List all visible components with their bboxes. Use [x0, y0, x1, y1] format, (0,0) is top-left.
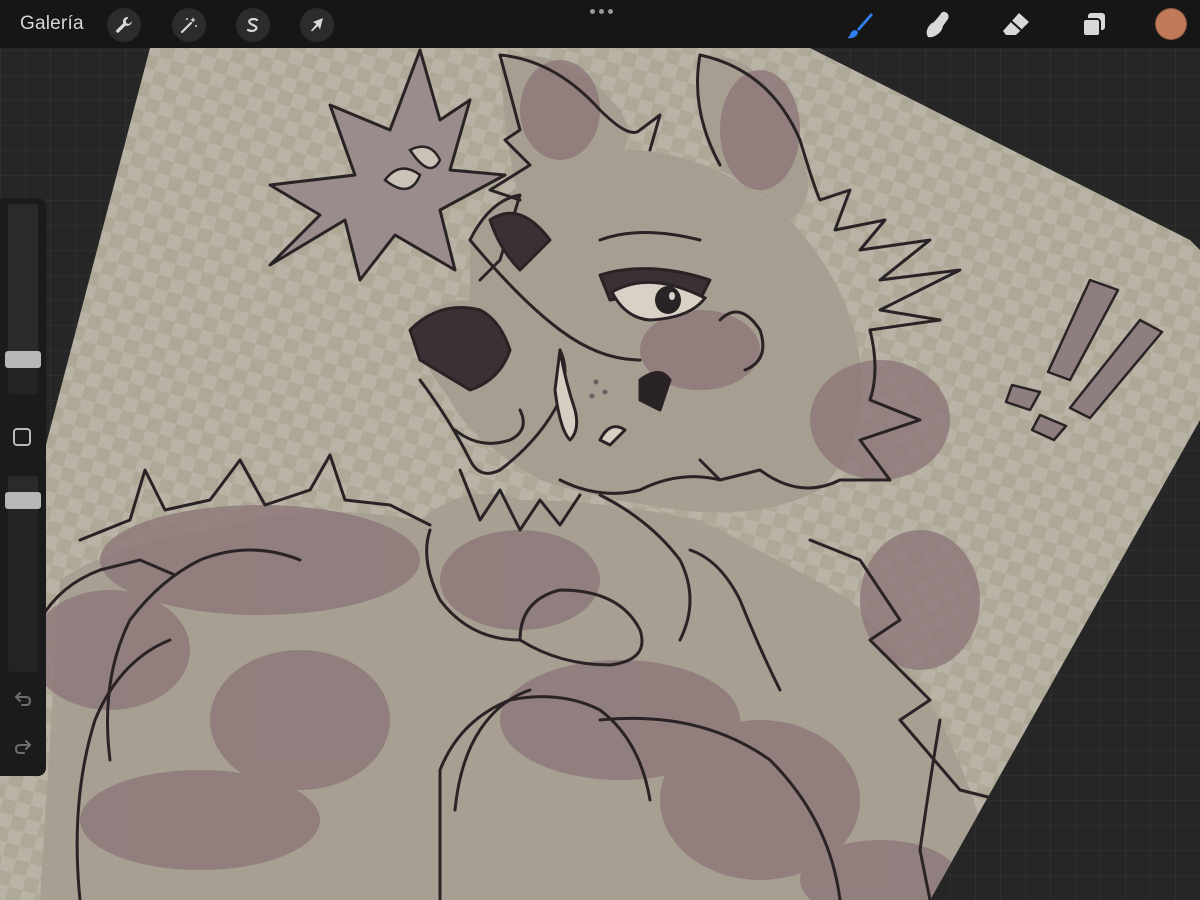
- drawing-canvas[interactable]: [0, 0, 1200, 900]
- brush-size-slider[interactable]: [5, 204, 41, 394]
- opacity-slider[interactable]: [5, 476, 41, 672]
- layers-icon: [1082, 13, 1105, 37]
- top-toolbar: Galería: [0, 0, 1200, 48]
- transform-button[interactable]: [300, 8, 334, 42]
- undo-icon: [15, 692, 32, 706]
- brush-tool-button[interactable]: [843, 8, 877, 42]
- selection-s-icon: [246, 17, 259, 33]
- arrow-cursor-icon: [311, 18, 323, 32]
- left-sidebar: [0, 198, 46, 776]
- opacity-thumb[interactable]: [5, 492, 41, 510]
- brush-size-thumb[interactable]: [5, 351, 41, 369]
- color-picker-button[interactable]: [1156, 9, 1186, 39]
- eraser-tool-button[interactable]: [999, 8, 1033, 42]
- magic-wand-icon: [180, 17, 197, 34]
- wrench-icon: [116, 16, 132, 33]
- redo-button[interactable]: [12, 736, 34, 758]
- smudge-finger-icon: [926, 11, 949, 38]
- canvas-artwork: [0, 48, 1200, 900]
- opacity-fill: [8, 500, 38, 672]
- modify-button[interactable]: [13, 428, 31, 446]
- undo-button[interactable]: [12, 688, 34, 710]
- procreate-workspace: Galería: [0, 0, 1200, 900]
- actions-button[interactable]: [107, 8, 141, 42]
- gallery-button[interactable]: Galería: [20, 12, 84, 36]
- layers-button[interactable]: [1077, 8, 1111, 42]
- more-dots-icon[interactable]: [586, 6, 616, 16]
- selection-button[interactable]: [236, 8, 270, 42]
- brush-icon: [847, 13, 873, 39]
- eraser-icon: [1003, 13, 1029, 35]
- redo-icon: [14, 740, 31, 754]
- smudge-tool-button[interactable]: [921, 8, 955, 42]
- adjustments-button[interactable]: [172, 8, 206, 42]
